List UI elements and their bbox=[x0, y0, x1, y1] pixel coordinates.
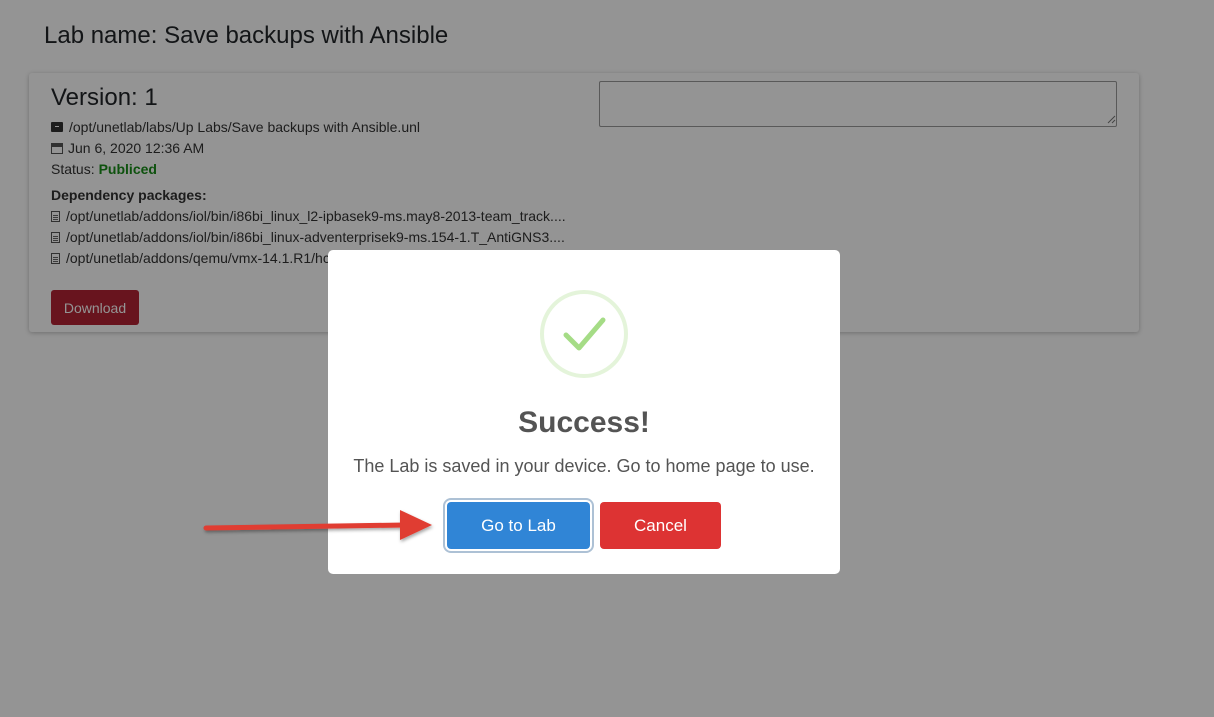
cancel-button[interactable]: Cancel bbox=[600, 502, 721, 549]
go-to-lab-button[interactable]: Go to Lab bbox=[447, 502, 590, 549]
dialog-title: Success! bbox=[518, 406, 650, 439]
dialog-message: The Lab is saved in your device. Go to h… bbox=[353, 456, 815, 476]
arrow-annotation-icon bbox=[203, 510, 432, 540]
success-check-icon bbox=[540, 290, 628, 378]
